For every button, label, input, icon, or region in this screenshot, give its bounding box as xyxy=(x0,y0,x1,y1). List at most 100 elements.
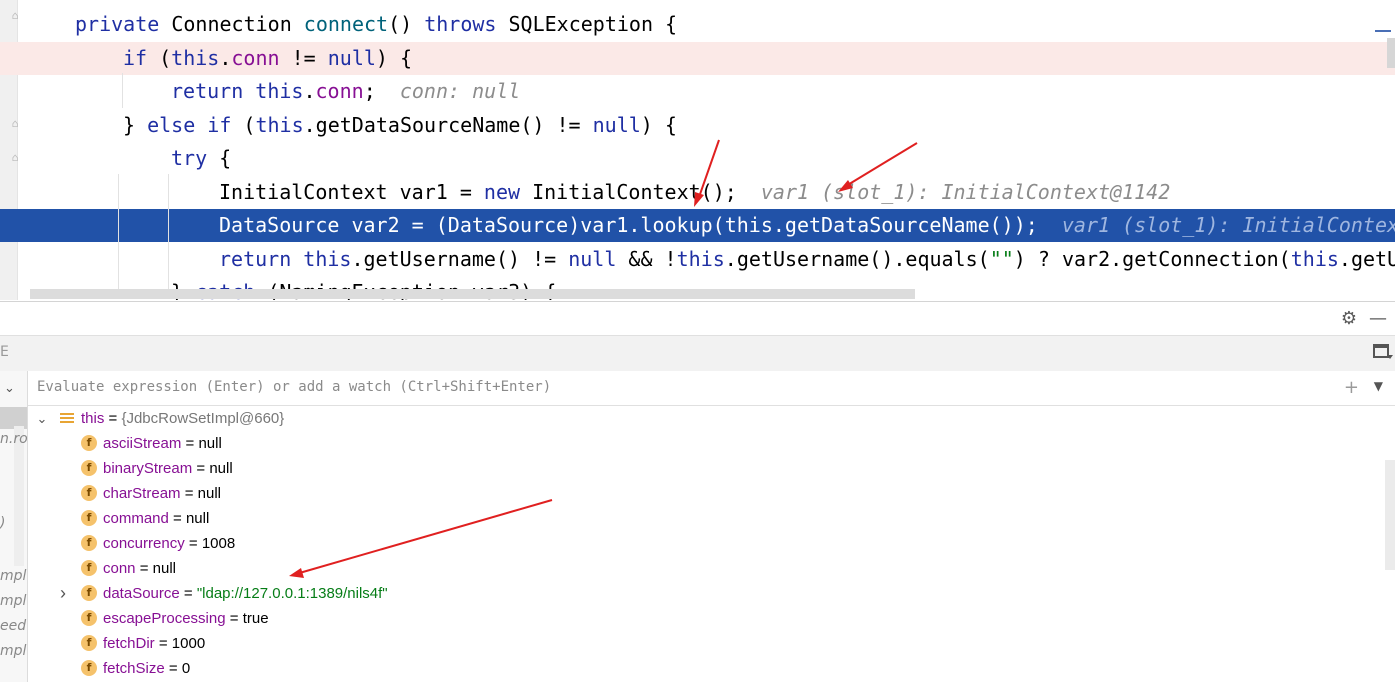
variable-value: null xyxy=(209,460,233,477)
variable-name: charStream xyxy=(103,485,181,502)
frames-scrollbar[interactable] xyxy=(14,426,24,566)
code-token: DataSource var2 = (DataSource)var1.looku… xyxy=(219,213,1038,237)
frame-fragment[interactable]: ) xyxy=(0,515,5,531)
code-token: InitialContext(); xyxy=(532,179,737,204)
variable-name: conn xyxy=(103,560,136,577)
code-token: ( xyxy=(159,45,172,70)
code-token: . xyxy=(303,79,316,103)
code-text: try { xyxy=(171,142,231,175)
editor-horizontal-scrollbar[interactable] xyxy=(30,289,915,299)
code-token: this xyxy=(255,112,304,137)
code-token: ) ? var2.getConnection( xyxy=(1013,246,1291,271)
variable-value: "ldap://127.0.0.1:1389/nils4f" xyxy=(196,585,388,602)
field-icon: f xyxy=(81,435,97,451)
field-icon: f xyxy=(81,585,97,601)
variable-value: true xyxy=(242,610,269,627)
watch-bar: Evaluate expression (Enter) or add a wat… xyxy=(28,371,1395,406)
minimize-icon[interactable]: — xyxy=(1369,308,1387,330)
variable-value: 0 xyxy=(181,660,191,677)
chevron-down-icon[interactable]: ⌄ xyxy=(36,406,48,431)
variable-value: {JdbcRowSetImpl@660} xyxy=(121,410,285,427)
gear-icon[interactable]: ⚙ xyxy=(1341,308,1357,330)
frame-fragment[interactable]: n.ro\ xyxy=(0,431,27,447)
variable-name: concurrency xyxy=(103,535,185,552)
code-text: InitialContext var1 = new InitialContext… xyxy=(219,176,1170,209)
code-line[interactable]: return this.getUsername() != null && !th… xyxy=(0,243,1395,276)
code-token: this xyxy=(171,45,220,70)
code-token: return xyxy=(219,246,304,271)
chevron-right-icon[interactable]: › xyxy=(57,581,69,606)
code-token: { xyxy=(219,146,232,170)
layout-settings-icon[interactable] xyxy=(1373,344,1393,359)
debug-toolbar: E xyxy=(0,335,1395,373)
code-token: this xyxy=(676,246,725,271)
variable-name: dataSource xyxy=(103,585,180,602)
evaluate-expression-input[interactable]: Evaluate expression (Enter) or add a wat… xyxy=(37,379,551,395)
code-token: conn xyxy=(315,79,364,103)
code-line[interactable]: return this.conn; conn: null xyxy=(0,75,1395,108)
field-icon: f xyxy=(81,510,97,526)
chevron-down-icon[interactable]: ⌄ xyxy=(4,381,15,396)
frame-fragment[interactable]: mpl xyxy=(0,643,26,659)
variable-name: asciiStream xyxy=(103,435,182,452)
inline-debug-value: conn: null xyxy=(375,79,521,103)
frame-fragment[interactable]: eed xyxy=(0,618,26,634)
object-icon xyxy=(60,411,74,425)
field-icon: f xyxy=(81,460,97,476)
code-token: ) { xyxy=(640,112,677,137)
field-icon: f xyxy=(81,610,97,626)
frame-fragment[interactable]: mpl xyxy=(0,593,26,609)
code-line[interactable]: } else if (this.getDataSourceName() != n… xyxy=(0,109,1395,142)
frames-tab-glyph[interactable]: E xyxy=(0,344,9,360)
code-token: } xyxy=(123,112,148,137)
frames-panel[interactable]: ⌄ n.ro\ ) mpl mpl eed mpl xyxy=(0,371,28,682)
variable-value: null xyxy=(152,560,176,577)
code-token: ( xyxy=(243,112,256,137)
code-token: if xyxy=(123,45,160,70)
code-token: && ! xyxy=(616,246,677,271)
code-text: return this.conn; conn: null xyxy=(171,75,520,108)
code-token: conn xyxy=(231,45,280,70)
code-token: throws xyxy=(424,12,509,36)
editor-vertical-scrollbar[interactable] xyxy=(1387,38,1395,68)
code-token: ) { xyxy=(375,45,413,70)
code-token: () xyxy=(388,12,425,36)
code-token: InitialContext var1 = xyxy=(219,179,484,204)
code-line[interactable]: InitialContext var1 = new InitialContext… xyxy=(0,176,1395,209)
variable-name: fetchDir xyxy=(103,635,155,652)
variable-name: command xyxy=(103,510,169,527)
variable-value: 1008 xyxy=(201,535,236,552)
chevron-down-icon[interactable]: ▼ xyxy=(1374,379,1383,393)
variables-scrollbar[interactable] xyxy=(1385,460,1395,570)
code-editor[interactable]: ⌂⌂⌂⌂ private Connection connect() throws… xyxy=(0,0,1395,300)
code-line[interactable]: DataSource var2 = (DataSource)var1.looku… xyxy=(0,209,1395,242)
code-line[interactable]: try { xyxy=(0,142,1395,175)
code-token: SQLException { xyxy=(508,12,678,36)
code-token: .getUsername().equals( xyxy=(724,246,990,271)
code-line[interactable]: private Connection connect() throws SQLE… xyxy=(0,8,1395,41)
code-text: return this.getUsername() != null && !th… xyxy=(219,243,1395,276)
debug-panel-header: ⚙ — xyxy=(0,301,1395,336)
code-token: null xyxy=(568,246,617,271)
code-line[interactable]: if (this.conn != null) { xyxy=(0,41,1395,75)
code-text: if (this.conn != null) { xyxy=(123,42,412,75)
field-icon: f xyxy=(81,485,97,501)
scroll-marker xyxy=(1375,30,1391,32)
inline-debug-value: var1 (slot_1): InitialContex xyxy=(1037,213,1395,237)
code-token: . xyxy=(219,45,232,70)
code-token: Connection xyxy=(171,12,304,36)
indent-guide xyxy=(122,73,123,108)
indent-guide xyxy=(168,174,169,289)
code-token: null xyxy=(327,45,376,70)
code-token: return xyxy=(171,79,256,103)
field-icon: f xyxy=(81,560,97,576)
add-watch-icon[interactable]: + xyxy=(1344,377,1359,398)
field-icon: f xyxy=(81,660,97,676)
variables-tree[interactable]: ⌄ this = {JdbcRowSetImpl@660} f asciiStre… xyxy=(28,406,1383,682)
code-token: this xyxy=(255,79,304,103)
code-token: try xyxy=(171,146,220,170)
frame-fragment[interactable]: mpl xyxy=(0,568,26,584)
code-token: "" xyxy=(989,246,1014,271)
code-token: .getU xyxy=(1338,246,1395,271)
code-token: private xyxy=(75,12,172,36)
